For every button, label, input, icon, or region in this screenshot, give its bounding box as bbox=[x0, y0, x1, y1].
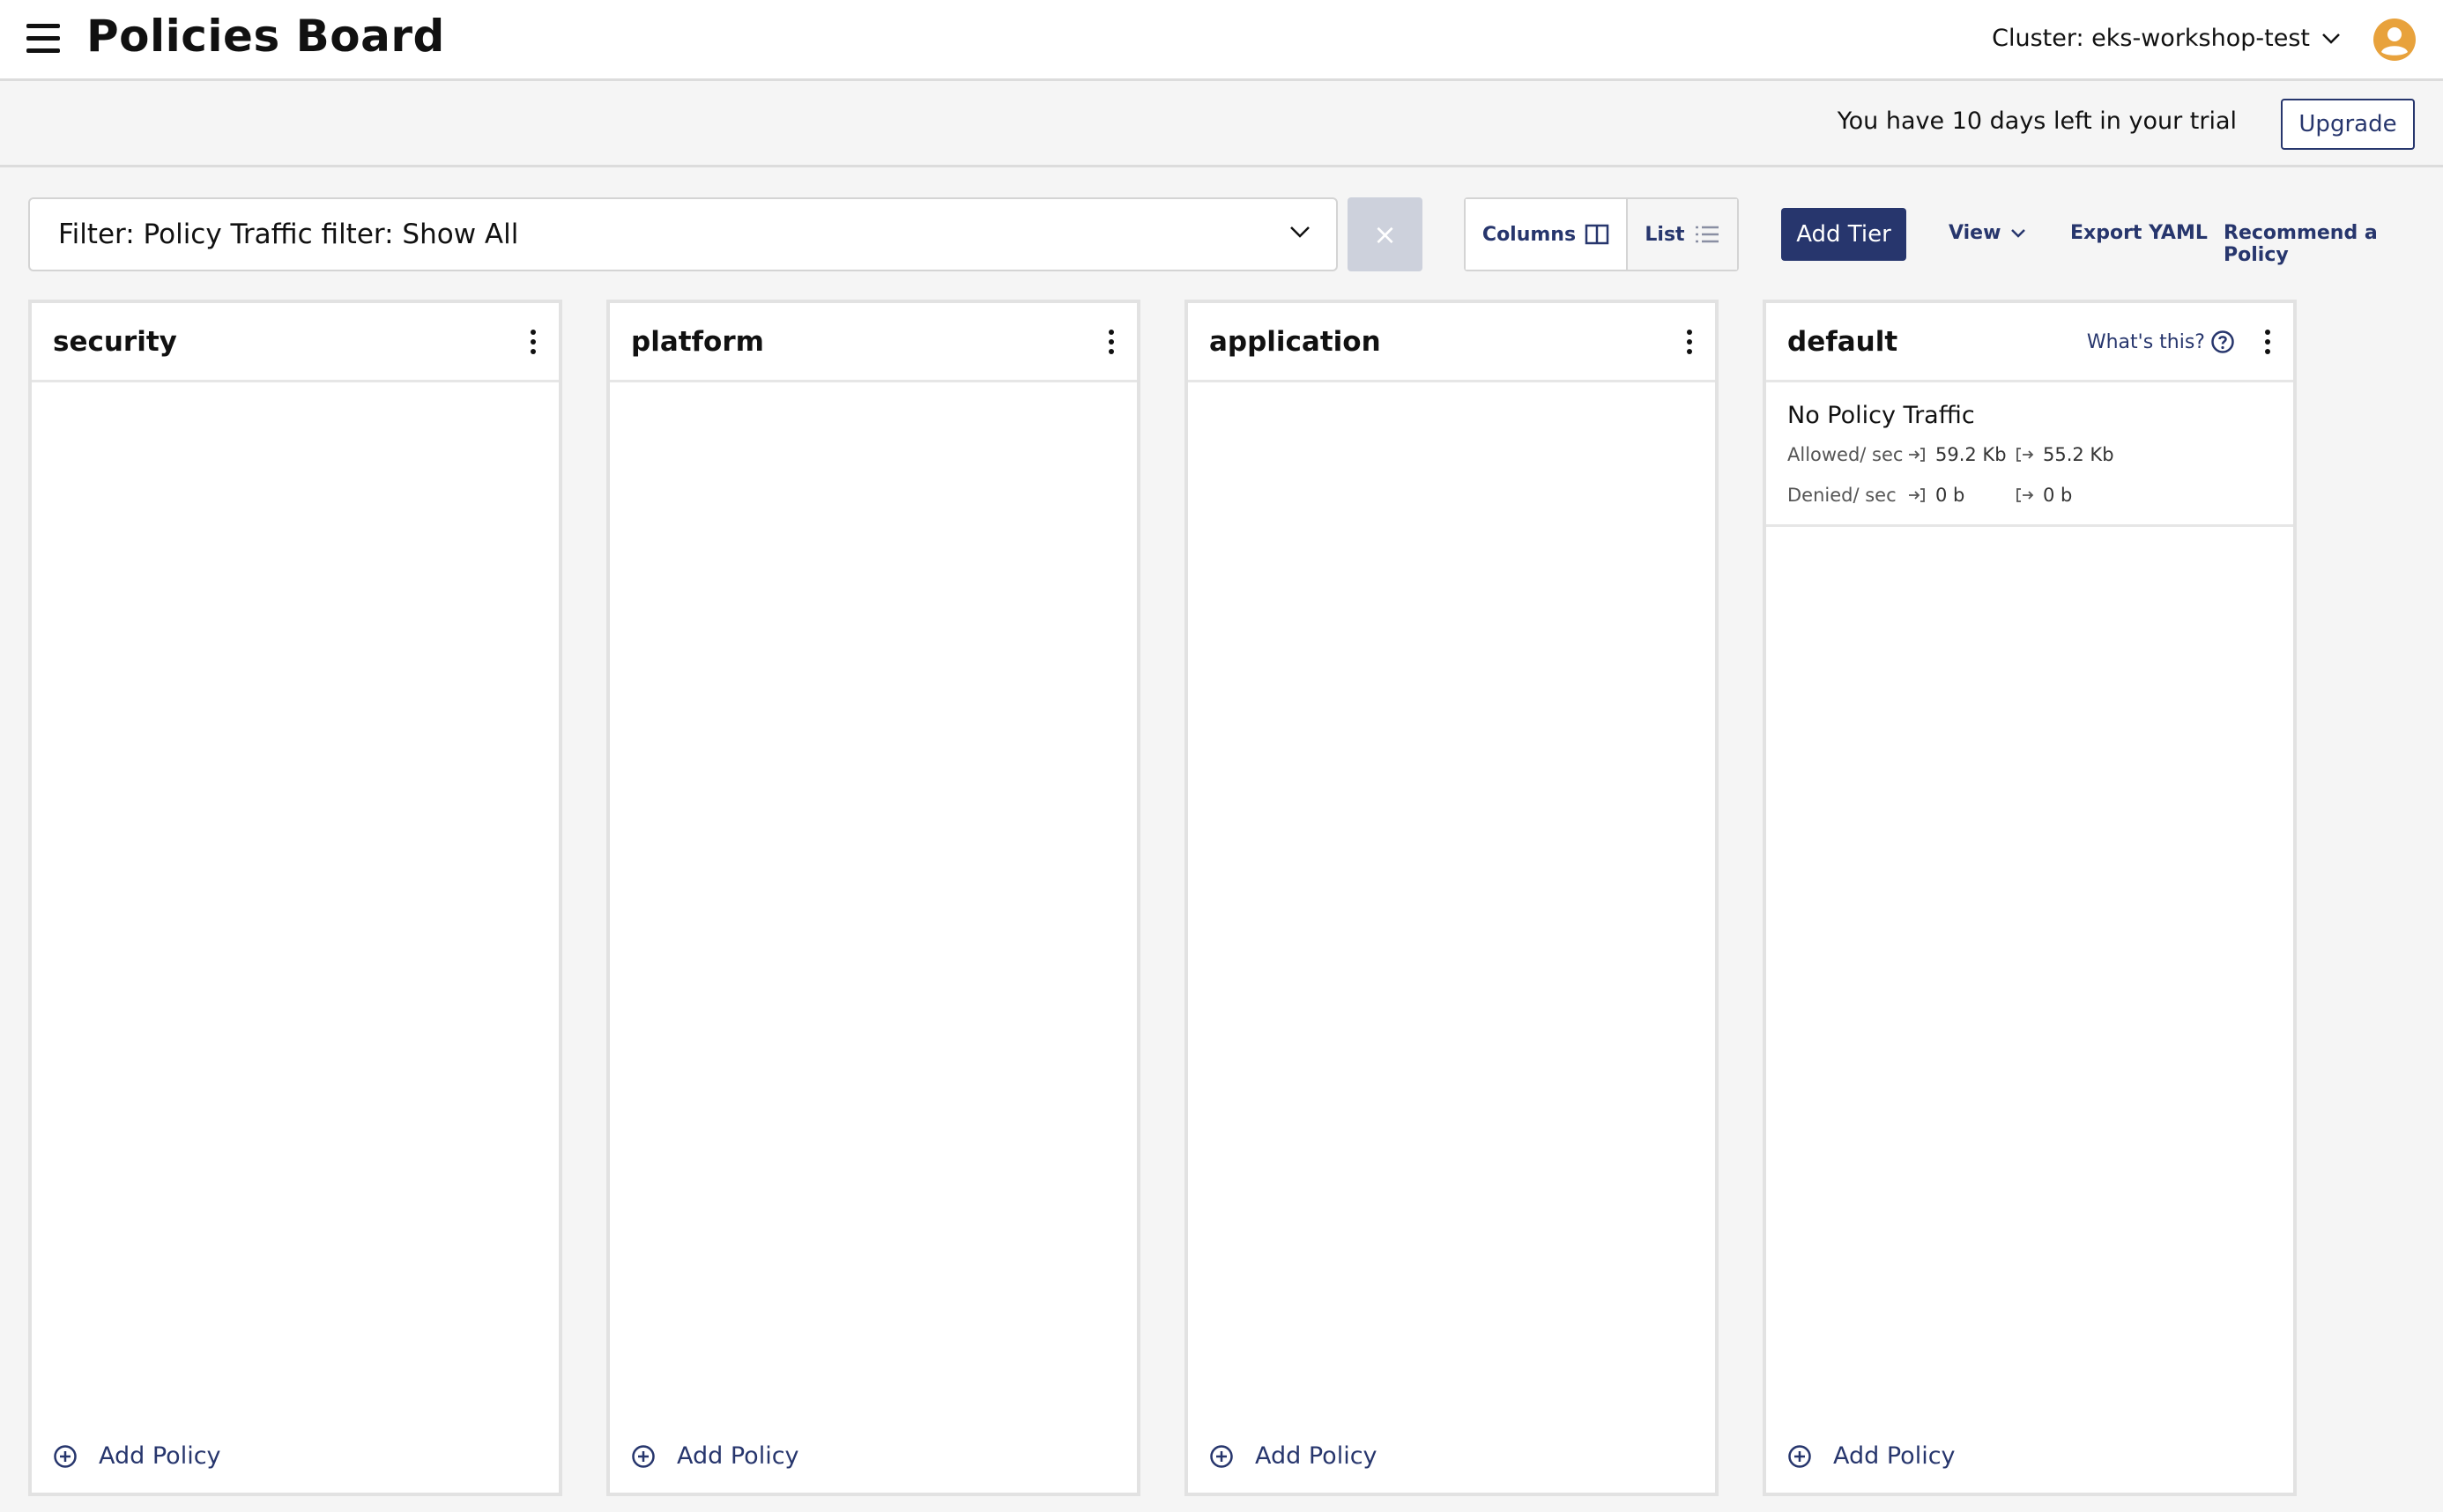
denied-in-value: 0 b bbox=[1907, 485, 1964, 506]
policy-filter-select[interactable]: Filter: Policy Traffic filter: Show All bbox=[28, 197, 1338, 271]
clear-filter-button[interactable]: × bbox=[1348, 197, 1422, 271]
add-tier-button[interactable]: Add Tier bbox=[1781, 208, 1906, 261]
add-policy-label: Add Policy bbox=[1255, 1442, 1377, 1470]
upgrade-button[interactable]: Upgrade bbox=[2281, 99, 2415, 150]
kebab-icon[interactable] bbox=[529, 330, 538, 356]
tier-header: application bbox=[1188, 303, 1715, 382]
policy-traffic-card[interactable]: No Policy Traffic Allowed/ sec 59.2 Kb 5… bbox=[1766, 382, 2293, 527]
columns-label: Columns bbox=[1481, 223, 1577, 246]
tier-name: default bbox=[1787, 326, 1898, 358]
tier-column-application: application Add Policy bbox=[1184, 300, 1719, 1496]
cluster-label: Cluster: eks-workshop-test bbox=[1992, 25, 2310, 52]
allowed-label: Allowed/ sec bbox=[1787, 444, 1904, 465]
allowed-out-value: 55.2 Kb bbox=[2015, 444, 2114, 465]
tier-header: security bbox=[32, 303, 559, 382]
tier-header: platform bbox=[610, 303, 1137, 382]
tier-name: platform bbox=[631, 326, 764, 358]
top-bar: Policies Board Cluster: eks-workshop-tes… bbox=[0, 0, 2443, 81]
user-avatar-icon[interactable] bbox=[2372, 18, 2417, 62]
add-policy-button[interactable]: Add Policy bbox=[53, 1442, 221, 1470]
tier-name: security bbox=[53, 326, 177, 358]
page-title: Policies Board bbox=[86, 11, 445, 62]
help-icon bbox=[2211, 330, 2234, 353]
menu-icon[interactable] bbox=[26, 24, 60, 54]
list-icon bbox=[1695, 226, 1719, 243]
whats-this-link[interactable]: What's this? bbox=[2087, 330, 2235, 354]
plus-circle-icon bbox=[1210, 1444, 1233, 1468]
export-yaml-button[interactable]: Export YAML bbox=[2070, 222, 2208, 244]
tier-header: default What's this? bbox=[1766, 303, 2293, 382]
chevron-down-icon bbox=[1290, 226, 1310, 238]
list-view-button[interactable]: List bbox=[1626, 199, 1737, 270]
cluster-selector[interactable]: Cluster: eks-workshop-test bbox=[1992, 25, 2342, 52]
whats-this-label: What's this? bbox=[2086, 330, 2205, 353]
egress-icon bbox=[2016, 448, 2034, 462]
ingress-icon bbox=[1909, 488, 1925, 502]
egress-icon bbox=[2016, 488, 2034, 502]
columns-icon bbox=[1585, 224, 1609, 245]
chevron-down-icon bbox=[2322, 33, 2340, 44]
view-menu-button[interactable]: View bbox=[1949, 222, 2027, 244]
kebab-icon[interactable] bbox=[1107, 330, 1116, 356]
plus-circle-icon bbox=[54, 1444, 77, 1468]
tier-name: application bbox=[1209, 326, 1381, 358]
add-policy-button[interactable]: Add Policy bbox=[1787, 1442, 1956, 1470]
trial-message: You have 10 days left in your trial bbox=[1837, 107, 2237, 135]
add-policy-label: Add Policy bbox=[99, 1442, 221, 1470]
tier-column-platform: platform Add Policy bbox=[606, 300, 1140, 1496]
list-label: List bbox=[1645, 223, 1685, 246]
kebab-icon[interactable] bbox=[1685, 330, 1694, 356]
allowed-in-value: 59.2 Kb bbox=[1907, 444, 2007, 465]
filter-text: Filter: Policy Traffic filter: Show All bbox=[58, 219, 519, 250]
add-policy-label: Add Policy bbox=[1833, 1442, 1956, 1470]
columns-view-button[interactable]: Columns bbox=[1466, 199, 1626, 270]
plus-circle-icon bbox=[1788, 1444, 1811, 1468]
chevron-down-icon bbox=[2011, 228, 2026, 238]
trial-banner: You have 10 days left in your trial Upgr… bbox=[0, 81, 2443, 167]
denied-label: Denied/ sec bbox=[1787, 485, 1897, 506]
tier-column-security: security Add Policy bbox=[28, 300, 562, 1496]
add-policy-label: Add Policy bbox=[677, 1442, 799, 1470]
recommend-policy-button[interactable]: Recommend a Policy bbox=[2224, 222, 2443, 266]
view-toggle: Columns List bbox=[1464, 197, 1739, 271]
ingress-icon bbox=[1909, 448, 1925, 462]
plus-circle-icon bbox=[632, 1444, 655, 1468]
tier-column-default: default What's this? No Policy Traffic A… bbox=[1763, 300, 2297, 1496]
denied-out-value: 0 b bbox=[2015, 485, 2072, 506]
add-policy-button[interactable]: Add Policy bbox=[1209, 1442, 1377, 1470]
traffic-title: No Policy Traffic bbox=[1787, 402, 1975, 429]
view-label: View bbox=[1949, 222, 2001, 244]
add-policy-button[interactable]: Add Policy bbox=[631, 1442, 799, 1470]
kebab-icon[interactable] bbox=[2263, 330, 2272, 356]
